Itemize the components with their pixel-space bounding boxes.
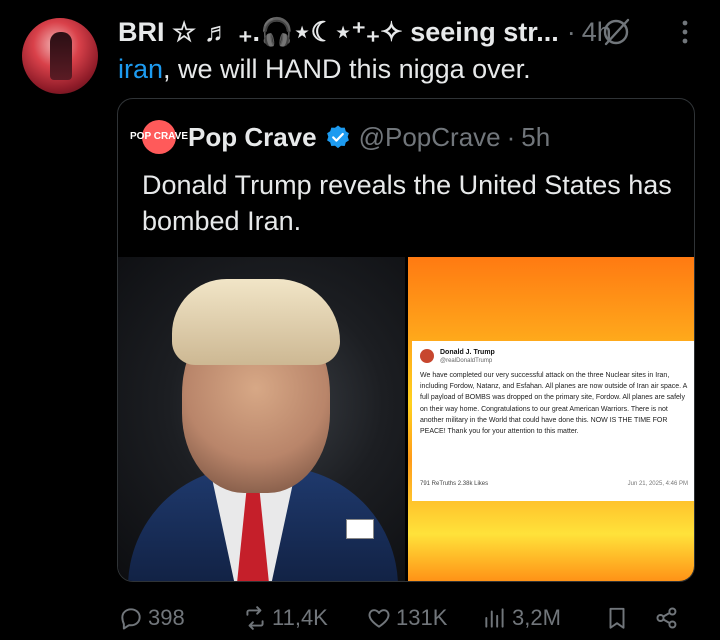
- portrait-hair: [172, 279, 340, 365]
- separator-dot: ·: [566, 16, 576, 47]
- embedded-author-name: Donald J. Trump: [440, 349, 495, 356]
- flag-pin: [346, 519, 374, 539]
- share-icon: [656, 607, 677, 629]
- avatar-logo-text: POP CRAVE: [130, 131, 188, 142]
- reply-button[interactable]: 398: [118, 600, 185, 636]
- embedded-avatar: [420, 349, 434, 363]
- reply-count: 398: [148, 605, 185, 630]
- views-count: 3,2M: [512, 605, 561, 630]
- more-options-icon[interactable]: [670, 14, 700, 50]
- analytics-icon: [485, 608, 504, 628]
- verified-badge-icon: [326, 125, 349, 149]
- embedded-post-text: We have completed our very successful at…: [420, 372, 687, 436]
- quoted-tweet-header: POP CRAVE Pop Crave @PopCrave · 5h: [130, 119, 550, 155]
- like-button[interactable]: 131K: [366, 600, 447, 636]
- repost-icon: [246, 606, 264, 630]
- avatar-figure: [50, 32, 72, 80]
- quoted-tweet-time[interactable]: 5h: [521, 122, 550, 153]
- reply-icon: [121, 608, 141, 630]
- bookmark-button[interactable]: [604, 600, 634, 636]
- action-bar: 398 11,4K 131K 3,2M: [0, 600, 720, 636]
- embedded-post-card: Donald J. Trump @realDonaldTrump We have…: [412, 341, 694, 501]
- quoted-tweet-text: Donald Trump reveals the United States h…: [142, 170, 672, 236]
- quoted-author-name[interactable]: Pop Crave: [188, 122, 317, 153]
- author-avatar[interactable]: [22, 18, 98, 94]
- grok-icon[interactable]: [598, 14, 634, 50]
- media-image-portrait[interactable]: [118, 257, 405, 581]
- tweet-text-body: , we will HAND this nigga over.: [163, 54, 531, 84]
- repost-button[interactable]: 11,4K: [242, 600, 328, 636]
- quoted-author-handle[interactable]: @PopCrave: [359, 122, 501, 153]
- author-name[interactable]: BRI ☆ ♬ ₊.🎧⋆☾⋆⁺₊✧ seeing str...: [118, 16, 559, 48]
- tweet-text: iran, we will HAND this nigga over.: [118, 54, 531, 85]
- separator-dot: ·: [506, 121, 516, 152]
- views-button[interactable]: 3,2M: [482, 600, 561, 636]
- share-button[interactable]: [654, 600, 684, 636]
- quoted-author-avatar[interactable]: POP CRAVE: [130, 120, 188, 154]
- media-image-post-screenshot[interactable]: Donald J. Trump @realDonaldTrump We have…: [408, 257, 694, 581]
- tweet-header: BRI ☆ ♬ ₊.🎧⋆☾⋆⁺₊✧ seeing str... · 4h: [118, 14, 612, 50]
- hashtag-link[interactable]: iran: [118, 54, 163, 84]
- like-count: 131K: [396, 605, 448, 630]
- quoted-tweet[interactable]: POP CRAVE Pop Crave @PopCrave · 5h Donal…: [117, 98, 695, 582]
- embedded-post-stats: 791 ReTruths 2.38k Likes: [420, 481, 489, 487]
- repost-count: 11,4K: [272, 605, 328, 630]
- embedded-post-date: Jun 21, 2025, 4:46 PM: [627, 481, 688, 487]
- bookmark-icon: [609, 607, 625, 629]
- heart-icon: [368, 609, 390, 628]
- embedded-author-handle: @realDonaldTrump: [440, 358, 493, 364]
